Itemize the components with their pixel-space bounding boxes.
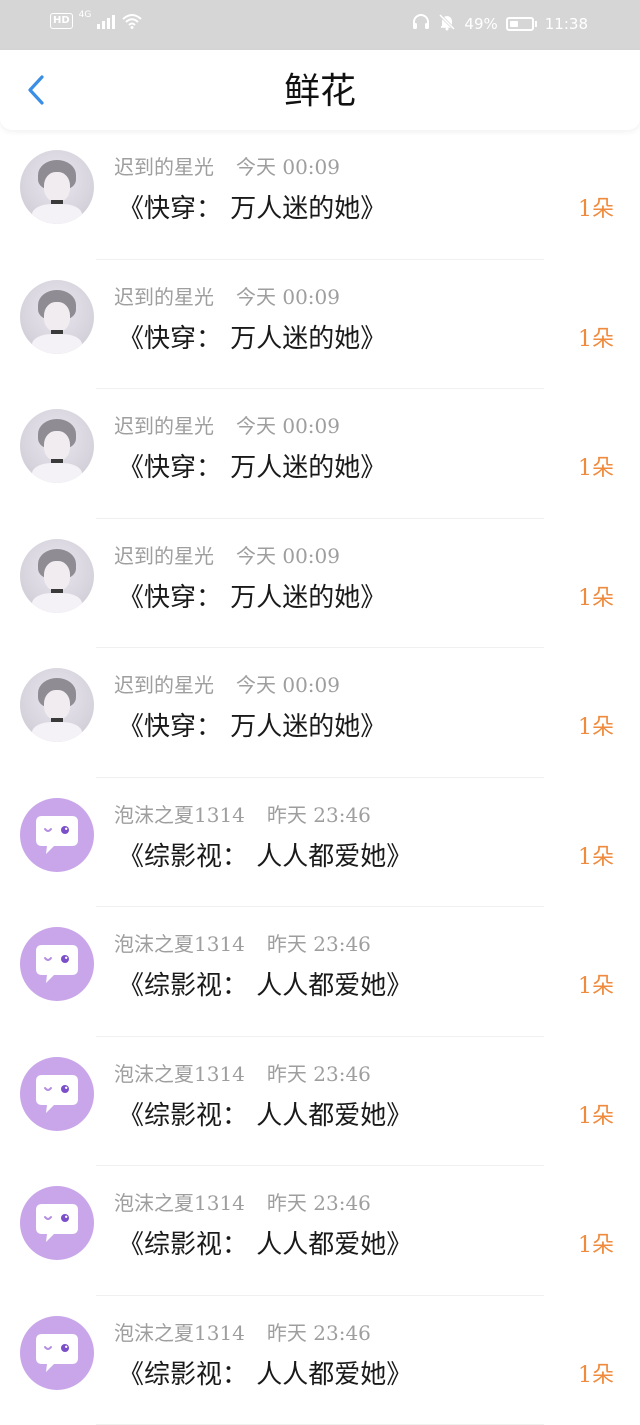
timestamp: 昨天 23:46 xyxy=(267,803,371,827)
timestamp: 昨天 23:46 xyxy=(267,1321,371,1345)
list-item[interactable]: 泡沫之夏1314 昨天 23:46 《综影视： 人人都爱她》 1朵 xyxy=(0,1296,640,1425)
sender-name[interactable]: 迟到的星光 xyxy=(114,155,214,179)
flower-count: 1朵 xyxy=(578,844,614,872)
list-item[interactable]: 迟到的星光今天 00:09 《快穿： 万人迷的她》 1朵 xyxy=(0,389,640,519)
sender-line: 泡沫之夏1314 昨天 23:46 xyxy=(114,1061,371,1087)
book-title[interactable]: 《快穿： 万人迷的她》 xyxy=(118,710,386,744)
sender-name[interactable]: 迟到的星光 xyxy=(114,414,214,438)
flower-count: 1朵 xyxy=(578,973,614,1001)
status-bar: HD 4G xyxy=(0,0,640,50)
user-avatar[interactable] xyxy=(20,539,94,613)
network-type: 4G xyxy=(79,10,92,20)
wifi-icon xyxy=(121,13,143,29)
list-item[interactable]: 泡沫之夏1314 昨天 23:46 《综影视： 人人都爱她》 1朵 xyxy=(0,778,640,908)
timestamp: 昨天 23:46 xyxy=(267,932,371,956)
list-item[interactable]: 泡沫之夏1314 昨天 23:46 《综影视： 人人都爱她》 1朵 xyxy=(0,1166,640,1296)
clock: 11:38 xyxy=(545,15,588,33)
sender-name[interactable]: 迟到的星光 xyxy=(114,544,214,568)
headphones-icon xyxy=(412,14,430,34)
list-item[interactable]: 迟到的星光今天 00:09 《快穿： 万人迷的她》 1朵 xyxy=(0,648,640,778)
flower-count: 1朵 xyxy=(578,1103,614,1131)
list-item[interactable]: 迟到的星光今天 00:09 《快穿： 万人迷的她》 1朵 xyxy=(0,260,640,390)
sender-line: 泡沫之夏1314 昨天 23:46 xyxy=(114,1320,371,1346)
flower-count: 1朵 xyxy=(578,585,614,613)
timestamp: 今天 00:09 xyxy=(236,673,340,697)
status-left: HD 4G xyxy=(50,13,143,29)
signal-icon xyxy=(97,13,115,29)
sender-line: 泡沫之夏1314 昨天 23:46 xyxy=(114,802,371,828)
list-item[interactable]: 泡沫之夏1314 昨天 23:46 《综影视： 人人都爱她》 1朵 xyxy=(0,1037,640,1167)
flower-count: 1朵 xyxy=(578,714,614,742)
sender-line: 泡沫之夏1314 昨天 23:46 xyxy=(114,931,371,957)
list-item[interactable]: 迟到的星光今天 00:09 《快穿： 万人迷的她》 1朵 xyxy=(0,130,640,260)
user-avatar[interactable] xyxy=(20,150,94,224)
sender-name[interactable]: 泡沫之夏1314 xyxy=(114,1062,245,1086)
user-avatar[interactable] xyxy=(20,668,94,742)
flower-count: 1朵 xyxy=(578,196,614,224)
chat-bubble-avatar[interactable] xyxy=(20,1316,94,1390)
book-title[interactable]: 《综影视： 人人都爱她》 xyxy=(118,1228,412,1262)
book-title[interactable]: 《综影视： 人人都爱她》 xyxy=(118,1358,412,1392)
flower-count: 1朵 xyxy=(578,1232,614,1260)
timestamp: 今天 00:09 xyxy=(236,285,340,309)
sender-line: 泡沫之夏1314 昨天 23:46 xyxy=(114,1190,371,1216)
sender-name[interactable]: 泡沫之夏1314 xyxy=(114,803,245,827)
timestamp: 今天 00:09 xyxy=(236,414,340,438)
battery-percent: 49% xyxy=(464,15,497,33)
book-title[interactable]: 《综影视： 人人都爱她》 xyxy=(118,840,412,874)
chat-bubble-avatar[interactable] xyxy=(20,927,94,1001)
book-title[interactable]: 《快穿： 万人迷的她》 xyxy=(118,581,386,615)
list-item[interactable]: 泡沫之夏1314 昨天 23:46 《综影视： 人人都爱她》 1朵 xyxy=(0,907,640,1037)
user-avatar[interactable] xyxy=(20,280,94,354)
page-title: 鲜花 xyxy=(0,70,640,114)
flower-count: 1朵 xyxy=(578,455,614,483)
book-title[interactable]: 《综影视： 人人都爱她》 xyxy=(118,1099,412,1133)
timestamp: 昨天 23:46 xyxy=(267,1191,371,1215)
sender-line: 迟到的星光今天 00:09 xyxy=(114,672,340,698)
sender-line: 迟到的星光今天 00:09 xyxy=(114,154,340,180)
list-item[interactable]: 迟到的星光今天 00:09 《快穿： 万人迷的她》 1朵 xyxy=(0,519,640,649)
book-title[interactable]: 《快穿： 万人迷的她》 xyxy=(118,451,386,485)
sender-line: 迟到的星光今天 00:09 xyxy=(114,413,340,439)
chat-bubble-avatar[interactable] xyxy=(20,1186,94,1260)
mute-bell-icon xyxy=(438,13,456,35)
gift-list: 迟到的星光今天 00:09《快穿： 万人迷的她》1朵迟到的星光今天 00:09《… xyxy=(0,130,640,1425)
timestamp: 今天 00:09 xyxy=(236,544,340,568)
sender-name[interactable]: 泡沫之夏1314 xyxy=(114,932,245,956)
sender-name[interactable]: 泡沫之夏1314 xyxy=(114,1191,245,1215)
flower-count: 1朵 xyxy=(578,1362,614,1390)
nav-bar: 鲜花 xyxy=(0,50,640,130)
battery-icon xyxy=(506,17,537,31)
sender-name[interactable]: 迟到的星光 xyxy=(114,285,214,309)
hd-badge: HD xyxy=(50,13,73,29)
sender-name[interactable]: 泡沫之夏1314 xyxy=(114,1321,245,1345)
sender-name[interactable]: 迟到的星光 xyxy=(114,673,214,697)
book-title[interactable]: 《快穿： 万人迷的她》 xyxy=(118,192,386,226)
flower-count: 1朵 xyxy=(578,326,614,354)
timestamp: 昨天 23:46 xyxy=(267,1062,371,1086)
timestamp: 今天 00:09 xyxy=(236,155,340,179)
book-title[interactable]: 《快穿： 万人迷的她》 xyxy=(118,322,386,356)
status-right: 49% 11:38 xyxy=(412,13,588,35)
sender-line: 迟到的星光今天 00:09 xyxy=(114,284,340,310)
chat-bubble-avatar[interactable] xyxy=(20,798,94,872)
chat-bubble-avatar[interactable] xyxy=(20,1057,94,1131)
sender-line: 迟到的星光今天 00:09 xyxy=(114,543,340,569)
user-avatar[interactable] xyxy=(20,409,94,483)
book-title[interactable]: 《综影视： 人人都爱她》 xyxy=(118,969,412,1003)
